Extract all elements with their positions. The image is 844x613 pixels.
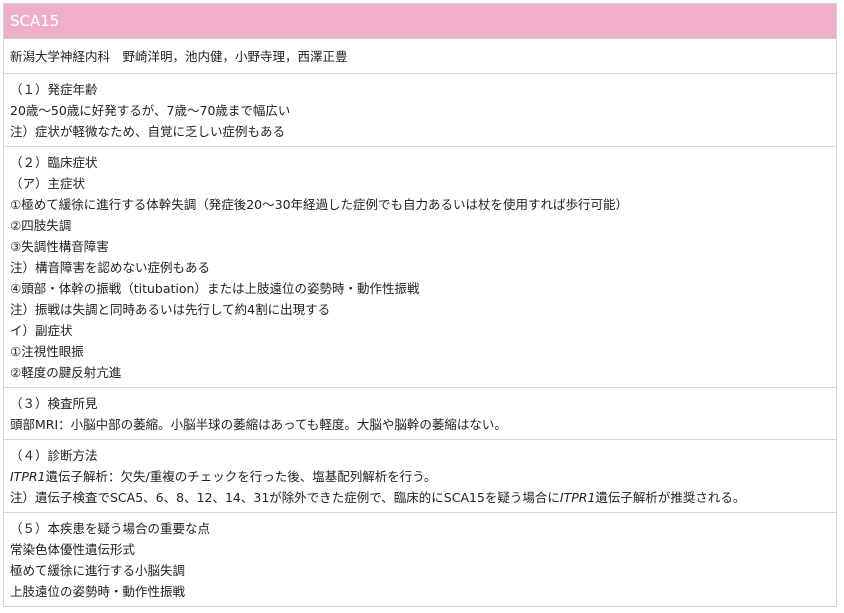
section-onset-age: （１）発症年齢 20歳～50歳に好発するが、7歳～70歳まで幅広い 注）症状が軽…	[4, 74, 836, 147]
title-bar: SCA15	[4, 4, 836, 39]
diagnosis-text: ITPR1遺伝子解析：欠失/重複のチェックを行った後、塩基配列解析を行う。	[10, 466, 830, 487]
key-point: 上肢遠位の姿勢時・動作性振戦	[10, 584, 186, 599]
section-heading: （４）診断方法	[10, 448, 98, 463]
gene-name: ITPR1	[559, 490, 596, 505]
symptom-item: ①注視性眼振	[10, 344, 84, 359]
symptom-item: ①極めて緩徐に進行する体幹失調（発症後20～30年経過した症例でも自力あるいは杖…	[10, 197, 629, 212]
section-heading: （１）発症年齢	[10, 82, 98, 97]
symptom-note: 注）構音障害を認めない症例もある	[10, 260, 211, 275]
symptom-item: ④頭部・体幹の振戦（titubation）または上肢遠位の姿勢時・動作性振戦	[10, 281, 420, 296]
symptom-item: ②軽度の腱反射亢進	[10, 365, 122, 380]
authors-text: 新潟大学神経内科 野崎洋明，池内健，小野寺理，西澤正豊	[10, 49, 348, 64]
section-note: 注）症状が軽微なため、自覚に乏しい症例もある	[10, 124, 286, 139]
diagnosis-text-body: 遺伝子解析：欠失/重複のチェックを行った後、塩基配列解析を行う。	[45, 469, 437, 484]
symptom-note: 注）振戦は失調と同時あるいは先行して約4割に出現する	[10, 302, 331, 317]
section-text: 20歳～50歳に好発するが、7歳～70歳まで幅広い	[10, 103, 291, 118]
section-clinical-symptoms: （２）臨床症状 （ア）主症状 ①極めて緩徐に進行する体幹失調（発症後20～30年…	[4, 147, 836, 388]
diagnosis-note-after: 遺伝子解析が推奨される。	[595, 490, 746, 505]
section-key-points: （５）本疾患を疑う場合の重要な点 常染色体優性遺伝形式 極めて緩徐に進行する小脳…	[4, 513, 836, 606]
key-point: 極めて緩徐に進行する小脳失調	[10, 563, 186, 578]
symptom-item: ②四肢失調	[10, 218, 72, 233]
diagnosis-note: 注）遺伝子検査でSCA5、6、8、12、14、31が除外できた症例で、臨床的にS…	[10, 487, 830, 508]
gene-name: ITPR1	[10, 469, 46, 484]
section-heading: （３）検査所見	[10, 396, 98, 411]
key-point: 常染色体優性遺伝形式	[10, 542, 136, 557]
subheading-sub-symptoms: イ）副症状	[10, 323, 73, 338]
subheading-main-symptoms: （ア）主症状	[10, 176, 86, 191]
page-title: SCA15	[10, 12, 60, 30]
section-diagnosis-method: （４）診断方法 ITPR1遺伝子解析：欠失/重複のチェックを行った後、塩基配列解…	[4, 440, 836, 513]
section-heading: （５）本疾患を疑う場合の重要な点	[10, 521, 211, 536]
symptom-item: ③失調性構音障害	[10, 239, 109, 254]
section-heading: （２）臨床症状	[10, 155, 98, 170]
info-table: SCA15 新潟大学神経内科 野崎洋明，池内健，小野寺理，西澤正豊 （１）発症年…	[3, 3, 837, 607]
section-test-findings: （３）検査所見 頭部MRI：小脳中部の萎縮。小脳半球の萎縮はあっても軽度。大脳や…	[4, 388, 836, 440]
section-text: 頭部MRI：小脳中部の萎縮。小脳半球の萎縮はあっても軽度。大脳や脳幹の萎縮はない…	[10, 417, 507, 432]
authors-row: 新潟大学神経内科 野崎洋明，池内健，小野寺理，西澤正豊	[4, 39, 836, 74]
diagnosis-note-before: 注）遺伝子検査でSCA5、6、8、12、14、31が除外できた症例で、臨床的にS…	[10, 490, 560, 505]
